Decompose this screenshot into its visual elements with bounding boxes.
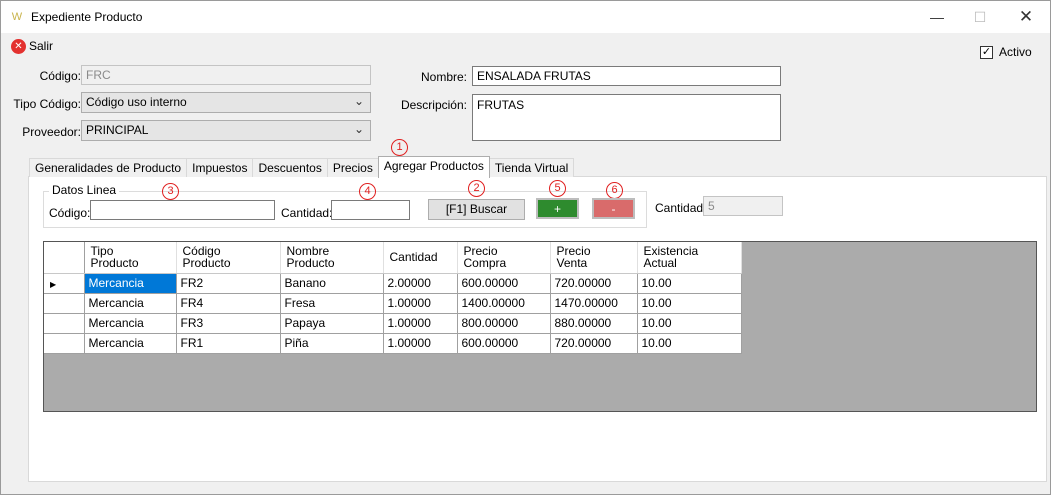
cell-nombre[interactable]: Fresa bbox=[280, 293, 384, 314]
cantidad-total-field: 5 bbox=[703, 196, 783, 216]
row-selector[interactable]: ▶ bbox=[44, 273, 85, 294]
exit-icon: ✕ bbox=[11, 38, 26, 54]
tab-impuestos[interactable]: Impuestos bbox=[186, 158, 254, 177]
callout-1: 1 bbox=[391, 139, 408, 156]
remove-line-button[interactable]: - bbox=[592, 198, 635, 219]
cell-precio-compra[interactable]: 1400.00000 bbox=[457, 293, 551, 314]
grid-header-row: Tipo Producto Código Producto Nombre Produc… bbox=[44, 242, 742, 274]
cell-codigo[interactable]: FR3 bbox=[176, 313, 281, 334]
buscar-button[interactable]: [F1] Buscar bbox=[428, 199, 525, 220]
row-selector[interactable] bbox=[44, 293, 85, 314]
cell-precio-venta[interactable]: 720.00000 bbox=[550, 273, 638, 294]
minimize-button[interactable]: — bbox=[914, 1, 960, 33]
row-header-corner bbox=[44, 242, 85, 274]
nombre-field[interactable]: ENSALADA FRUTAS bbox=[472, 66, 781, 86]
tab-tienda-virtual[interactable]: Tienda Virtual bbox=[488, 158, 575, 177]
table-row[interactable]: Mercancia FR1 Piña 1.00000 600.00000 720… bbox=[44, 333, 742, 354]
maximize-button[interactable]: ☐ bbox=[957, 1, 1003, 33]
datos-linea-title: Datos Linea bbox=[49, 183, 120, 197]
proveedor-value: PRINCIPAL bbox=[86, 123, 149, 137]
descripcion-label: Descripción: bbox=[400, 98, 467, 112]
cell-codigo[interactable]: FR4 bbox=[176, 293, 281, 314]
tab-strip: Generalidades de Producto Impuestos Desc… bbox=[29, 156, 575, 178]
cell-precio-compra[interactable]: 600.00000 bbox=[457, 333, 551, 354]
cell-tipo[interactable]: Mercancia bbox=[84, 333, 177, 354]
callout-4: 4 bbox=[359, 183, 376, 200]
col-header-nombre-producto[interactable]: Nombre Producto bbox=[280, 242, 384, 274]
col-header-existencia-actual[interactable]: Existencia Actual bbox=[637, 242, 742, 274]
tab-descuentos[interactable]: Descuentos bbox=[252, 158, 328, 177]
codigo-label: Código: bbox=[39, 69, 81, 83]
chevron-down-icon: ⌄ bbox=[353, 122, 364, 136]
cell-nombre[interactable]: Papaya bbox=[280, 313, 384, 334]
row-selector[interactable] bbox=[44, 333, 85, 354]
cell-tipo[interactable]: Mercancia bbox=[84, 273, 177, 294]
descripcion-field[interactable]: FRUTAS bbox=[472, 94, 781, 141]
cell-existencia[interactable]: 10.00 bbox=[637, 313, 742, 334]
tab-generalidades[interactable]: Generalidades de Producto bbox=[29, 158, 188, 177]
linea-codigo-label: Código: bbox=[49, 206, 91, 220]
linea-cantidad-field[interactable] bbox=[331, 200, 410, 220]
cantidad-total-label: Cantidad: bbox=[655, 201, 707, 215]
cell-existencia[interactable]: 10.00 bbox=[637, 293, 742, 314]
product-window: W Expediente Producto — ☐ ✕ ✕ Salir ✓ Ac… bbox=[0, 0, 1051, 495]
window-title: Expediente Producto bbox=[31, 10, 143, 24]
col-header-precio-venta[interactable]: Precio Venta bbox=[550, 242, 638, 274]
cell-precio-venta[interactable]: 1470.00000 bbox=[550, 293, 638, 314]
table-row[interactable]: Mercancia FR4 Fresa 1.00000 1400.00000 1… bbox=[44, 293, 742, 314]
cell-cantidad[interactable]: 2.00000 bbox=[383, 273, 458, 294]
close-button[interactable]: ✕ bbox=[1003, 1, 1049, 33]
cell-nombre[interactable]: Banano bbox=[280, 273, 384, 294]
cell-precio-compra[interactable]: 600.00000 bbox=[457, 273, 551, 294]
cell-cantidad[interactable]: 1.00000 bbox=[383, 313, 458, 334]
col-header-cantidad[interactable]: Cantidad bbox=[383, 242, 458, 274]
row-selector[interactable] bbox=[44, 313, 85, 334]
active-checkbox[interactable]: ✓ Activo bbox=[980, 45, 1032, 59]
checkbox-checked-icon: ✓ bbox=[980, 45, 993, 59]
cell-existencia[interactable]: 10.00 bbox=[637, 273, 742, 294]
exit-label: Salir bbox=[29, 39, 54, 53]
tipo-codigo-value: Código uso interno bbox=[86, 95, 187, 109]
callout-6: 6 bbox=[606, 182, 623, 199]
cell-cantidad[interactable]: 1.00000 bbox=[383, 293, 458, 314]
cell-cantidad[interactable]: 1.00000 bbox=[383, 333, 458, 354]
tab-agregar-productos[interactable]: Agregar Productos bbox=[377, 156, 490, 178]
cell-nombre[interactable]: Piña bbox=[280, 333, 384, 354]
table-row[interactable]: Mercancia FR3 Papaya 1.00000 800.00000 8… bbox=[44, 313, 742, 334]
products-table: Tipo Producto Código Producto Nombre Produc… bbox=[44, 242, 742, 354]
add-line-button[interactable]: + bbox=[536, 198, 579, 219]
linea-codigo-field[interactable] bbox=[90, 200, 275, 220]
cell-existencia[interactable]: 10.00 bbox=[637, 333, 742, 354]
title-bar: W Expediente Producto — ☐ ✕ bbox=[1, 1, 1050, 33]
callout-2: 2 bbox=[468, 180, 485, 197]
cell-tipo[interactable]: Mercancia bbox=[84, 293, 177, 314]
col-header-codigo-producto[interactable]: Código Producto bbox=[176, 242, 281, 274]
col-header-tipo-producto[interactable]: Tipo Producto bbox=[84, 242, 177, 274]
tipo-codigo-select[interactable]: Código uso interno ⌄ bbox=[81, 92, 371, 113]
cell-tipo[interactable]: Mercancia bbox=[84, 313, 177, 334]
proveedor-label: Proveedor: bbox=[22, 125, 81, 139]
nombre-label: Nombre: bbox=[420, 70, 467, 84]
active-label: Activo bbox=[999, 45, 1032, 59]
tab-precios[interactable]: Precios bbox=[326, 158, 379, 177]
codigo-field[interactable]: FRC bbox=[81, 65, 371, 85]
products-grid[interactable]: Tipo Producto Código Producto Nombre Produc… bbox=[43, 241, 1037, 412]
table-row[interactable]: ▶ Mercancia FR2 Banano 2.00000 600.00000… bbox=[44, 273, 742, 294]
callout-3: 3 bbox=[162, 183, 179, 200]
chevron-down-icon: ⌄ bbox=[353, 94, 364, 108]
tipo-codigo-label: Tipo Código: bbox=[13, 97, 81, 111]
cell-codigo[interactable]: FR2 bbox=[176, 273, 281, 294]
callout-5: 5 bbox=[549, 180, 566, 197]
col-header-precio-compra[interactable]: Precio Compra bbox=[457, 242, 551, 274]
linea-cantidad-label: Cantidad: bbox=[281, 206, 333, 220]
current-row-arrow-icon: ▶ bbox=[50, 280, 57, 289]
proveedor-select[interactable]: PRINCIPAL ⌄ bbox=[81, 120, 371, 141]
cell-precio-compra[interactable]: 800.00000 bbox=[457, 313, 551, 334]
exit-button[interactable]: ✕ Salir bbox=[11, 37, 53, 55]
cell-codigo[interactable]: FR1 bbox=[176, 333, 281, 354]
cell-precio-venta[interactable]: 720.00000 bbox=[550, 333, 638, 354]
app-icon: W bbox=[11, 11, 23, 23]
cell-precio-venta[interactable]: 880.00000 bbox=[550, 313, 638, 334]
